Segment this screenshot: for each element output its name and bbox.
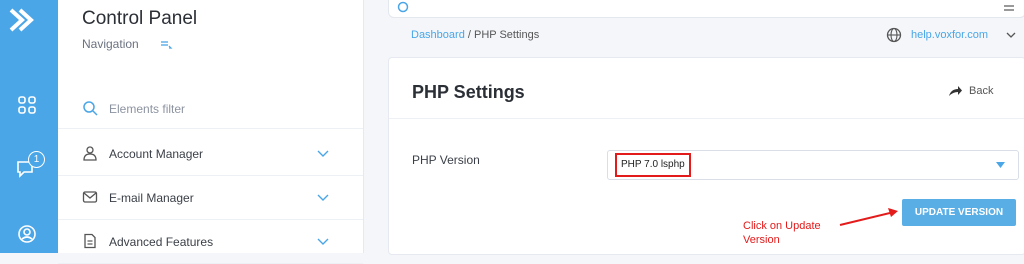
sidebar-item-advanced-features[interactable]: Advanced Features [58,219,363,264]
update-version-button[interactable]: UPDATE VERSION [902,199,1016,226]
user-circle-icon[interactable] [16,223,38,245]
globe-icon [886,27,902,43]
sidebar-item-email-manager[interactable]: E-mail Manager [58,175,363,220]
breadcrumb-dashboard-link[interactable]: Dashboard [411,29,465,41]
icon-rail: 1 [0,0,58,253]
back-button[interactable]: Back [949,85,994,97]
php-version-selected-value: PHP 7.0 lsphp [615,153,691,177]
chevron-down-icon [317,150,329,157]
chat-badge: 1 [28,151,45,168]
navigation-label: Navigation [82,37,139,51]
sidebar-item-label: Account Manager [109,147,204,161]
help-domain: help.voxfor.com [911,29,989,41]
menu-icon[interactable] [1003,4,1015,14]
sidebar-item-account-manager[interactable]: Account Manager [58,131,363,176]
annotation-line-2: Version [743,234,780,246]
elements-filter-placeholder: Elements filter [109,102,186,116]
search-icon [397,1,409,13]
sidebar-item-label: E-mail Manager [109,191,194,205]
sidebar-item-label: Advanced Features [109,235,214,249]
page-title: PHP Settings [412,82,525,102]
top-search-bar[interactable] [388,0,1024,18]
php-version-select[interactable]: PHP 7.0 lsphp [607,150,1019,180]
user-icon [83,146,97,161]
back-label: Back [969,85,994,97]
annotation-arrow [839,208,898,226]
grid-icon[interactable] [16,94,38,116]
nav-toggle-icon[interactable] [158,37,174,51]
sidebar-title: Control Panel [82,8,198,29]
chevron-down-icon [317,238,329,245]
logo-icon[interactable] [8,6,36,34]
chevron-down-icon [1006,32,1016,38]
breadcrumb-separator: / [464,29,474,41]
document-icon [84,233,96,249]
back-arrow-icon [949,86,962,96]
annotation-line-1: Click on Update [743,220,821,232]
php-version-label: PHP Version [412,153,480,167]
search-icon [83,101,98,116]
sidebar: Control Panel Navigation Elements filter… [58,0,364,264]
caret-down-icon [996,162,1005,168]
mail-icon [82,191,98,203]
annotation-text: Click on Update Version [743,219,821,247]
breadcrumb-current: PHP Settings [474,29,540,41]
chevron-down-icon [317,194,329,201]
breadcrumb: Dashboard / PHP Settings [411,29,539,41]
elements-filter[interactable]: Elements filter [58,88,363,129]
divider [389,118,1024,119]
